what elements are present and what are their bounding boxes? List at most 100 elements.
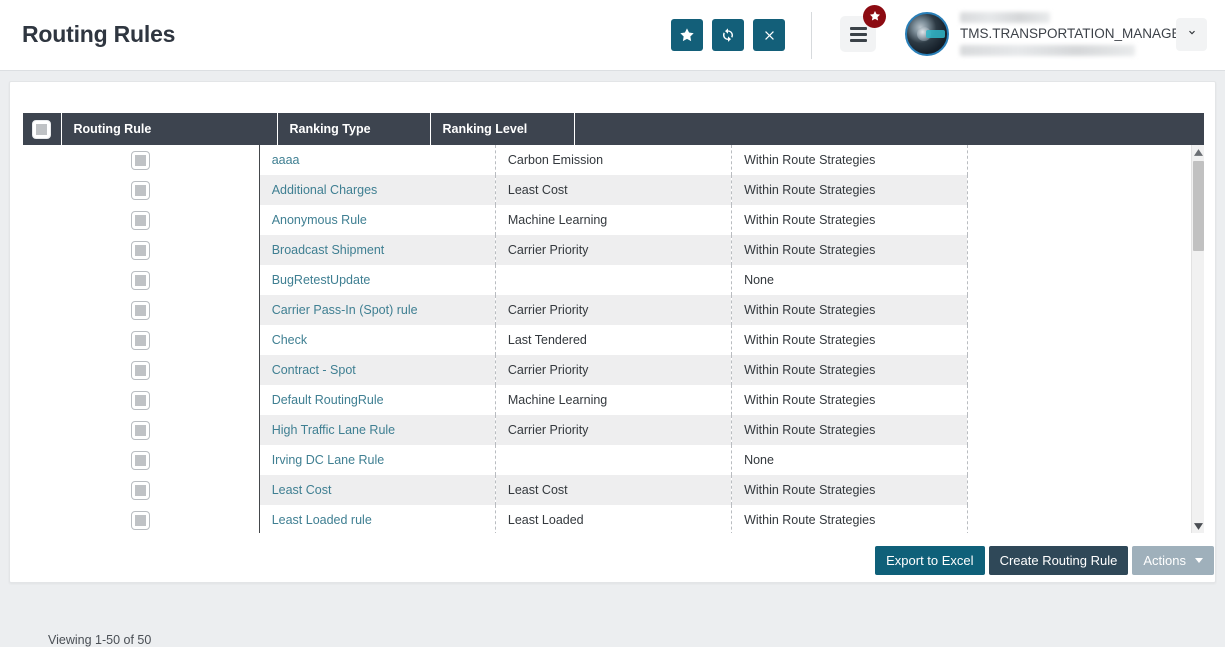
table-row[interactable]: BugRetestUpdate None xyxy=(23,265,1204,295)
row-checkbox[interactable] xyxy=(131,511,150,530)
row-checkbox[interactable] xyxy=(131,211,150,230)
routing-rule-link[interactable]: Check xyxy=(272,333,307,347)
cell-spacer xyxy=(968,505,1204,533)
close-button[interactable] xyxy=(753,19,785,51)
cell-routing-rule: Irving DC Lane Rule xyxy=(259,445,495,475)
star-icon xyxy=(869,10,881,24)
table-row[interactable]: Contract - SpotCarrier PriorityWithin Ro… xyxy=(23,355,1204,385)
row-checkbox[interactable] xyxy=(131,181,150,200)
cell-ranking-level: None xyxy=(732,265,968,295)
table-row[interactable]: Least CostLeast CostWithin Route Strateg… xyxy=(23,475,1204,505)
row-checkbox[interactable] xyxy=(131,241,150,260)
row-select-cell xyxy=(23,415,259,445)
routing-rule-link[interactable]: Broadcast Shipment xyxy=(272,243,385,257)
column-header-routing-rule[interactable]: Routing Rule xyxy=(61,113,277,145)
user-role-label: TMS.TRANSPORTATION_MANAGER xyxy=(960,26,1190,42)
row-checkbox[interactable] xyxy=(131,271,150,290)
column-header-ranking-level[interactable]: Ranking Level xyxy=(430,113,574,145)
routing-rule-link[interactable]: Anonymous Rule xyxy=(272,213,367,227)
row-checkbox[interactable] xyxy=(131,391,150,410)
actions-label: Actions xyxy=(1143,553,1186,568)
select-all-header-cell xyxy=(23,113,61,145)
cell-ranking-type: Carrier Priority xyxy=(495,235,731,265)
star-icon xyxy=(679,27,695,43)
menu-button-wrapper xyxy=(840,16,876,52)
actions-dropdown-button[interactable]: Actions xyxy=(1132,546,1214,575)
table-row[interactable]: Anonymous RuleMachine LearningWithin Rou… xyxy=(23,205,1204,235)
favorite-button[interactable] xyxy=(671,19,703,51)
routing-rule-link[interactable]: Additional Charges xyxy=(272,183,378,197)
table-row[interactable]: Least Loaded ruleLeast LoadedWithin Rout… xyxy=(23,505,1204,533)
vertical-scrollbar[interactable] xyxy=(1191,145,1204,533)
refresh-icon xyxy=(720,27,736,43)
cell-ranking-type: Machine Learning xyxy=(495,385,731,415)
row-checkbox[interactable] xyxy=(131,481,150,500)
viewing-count-label: Viewing 1-50 of 50 xyxy=(48,633,151,647)
cell-ranking-type: Last Tendered xyxy=(495,325,731,355)
cell-ranking-level: Within Route Strategies xyxy=(732,295,968,325)
row-checkbox[interactable] xyxy=(131,331,150,350)
user-menu-dropdown-button[interactable] xyxy=(1176,18,1207,51)
user-name-redacted xyxy=(960,12,1050,23)
routing-rule-link[interactable]: Carrier Pass-In (Spot) rule xyxy=(272,303,418,317)
table-row[interactable]: Carrier Pass-In (Spot) ruleCarrier Prior… xyxy=(23,295,1204,325)
chevron-down-icon xyxy=(1185,26,1199,43)
create-routing-rule-button[interactable]: Create Routing Rule xyxy=(989,546,1129,575)
close-icon xyxy=(762,28,777,43)
cell-ranking-type xyxy=(495,265,731,295)
user-profile[interactable]: TMS.TRANSPORTATION_MANAGER xyxy=(905,8,1190,60)
header-action-buttons xyxy=(671,19,785,51)
cell-spacer xyxy=(968,175,1204,205)
cell-spacer xyxy=(968,235,1204,265)
refresh-button[interactable] xyxy=(712,19,744,51)
chevron-down-icon xyxy=(1195,558,1203,563)
routing-rule-link[interactable]: Default RoutingRule xyxy=(272,393,384,407)
cell-spacer xyxy=(968,145,1204,175)
cell-spacer xyxy=(968,205,1204,235)
table-row[interactable]: CheckLast TenderedWithin Route Strategie… xyxy=(23,325,1204,355)
row-checkbox[interactable] xyxy=(131,301,150,320)
row-checkbox[interactable] xyxy=(131,421,150,440)
routing-rule-link[interactable]: BugRetestUpdate xyxy=(272,273,371,287)
cell-ranking-type: Carrier Priority xyxy=(495,415,731,445)
routing-rule-link[interactable]: Least Cost xyxy=(272,483,332,497)
row-select-cell xyxy=(23,175,259,205)
column-header-ranking-type[interactable]: Ranking Type xyxy=(277,113,430,145)
scroll-up-arrow-icon[interactable] xyxy=(1192,145,1205,159)
cell-routing-rule: Additional Charges xyxy=(259,175,495,205)
scroll-down-arrow-icon[interactable] xyxy=(1192,519,1205,533)
cell-routing-rule: Carrier Pass-In (Spot) rule xyxy=(259,295,495,325)
table-row[interactable]: aaaaCarbon EmissionWithin Route Strategi… xyxy=(23,145,1204,175)
cell-ranking-type: Least Cost xyxy=(495,475,731,505)
header-divider xyxy=(811,12,812,59)
row-select-cell xyxy=(23,475,259,505)
cell-ranking-level: None xyxy=(732,445,968,475)
table-row[interactable]: High Traffic Lane RuleCarrier PriorityWi… xyxy=(23,415,1204,445)
routing-rule-link[interactable]: aaaa xyxy=(272,153,300,167)
row-checkbox[interactable] xyxy=(131,151,150,170)
row-checkbox[interactable] xyxy=(131,451,150,470)
routing-rule-link[interactable]: Least Loaded rule xyxy=(272,513,372,527)
cell-ranking-level: Within Route Strategies xyxy=(732,505,968,533)
table-row[interactable]: Additional ChargesLeast CostWithin Route… xyxy=(23,175,1204,205)
table-row[interactable]: Default RoutingRuleMachine LearningWithi… xyxy=(23,385,1204,415)
select-all-checkbox[interactable] xyxy=(32,120,51,139)
export-to-excel-button[interactable]: Export to Excel xyxy=(875,546,984,575)
row-checkbox[interactable] xyxy=(131,361,150,380)
user-text-block: TMS.TRANSPORTATION_MANAGER xyxy=(960,8,1190,60)
routing-rule-link[interactable]: High Traffic Lane Rule xyxy=(272,423,395,437)
cell-spacer xyxy=(968,295,1204,325)
table-row[interactable]: Irving DC Lane Rule None xyxy=(23,445,1204,475)
cell-routing-rule: aaaa xyxy=(259,145,495,175)
column-header-spacer xyxy=(574,113,1204,145)
cell-ranking-level: Within Route Strategies xyxy=(732,355,968,385)
cell-spacer xyxy=(968,385,1204,415)
routing-rule-link[interactable]: Irving DC Lane Rule xyxy=(272,453,385,467)
scrollbar-thumb[interactable] xyxy=(1193,161,1204,251)
cell-routing-rule: Check xyxy=(259,325,495,355)
routing-rule-link[interactable]: Contract - Spot xyxy=(272,363,356,377)
table-row[interactable]: Broadcast ShipmentCarrier PriorityWithin… xyxy=(23,235,1204,265)
cell-ranking-level: Within Route Strategies xyxy=(732,475,968,505)
grid-body-viewport: aaaaCarbon EmissionWithin Route Strategi… xyxy=(23,145,1204,533)
page-title: Routing Rules xyxy=(22,21,175,48)
